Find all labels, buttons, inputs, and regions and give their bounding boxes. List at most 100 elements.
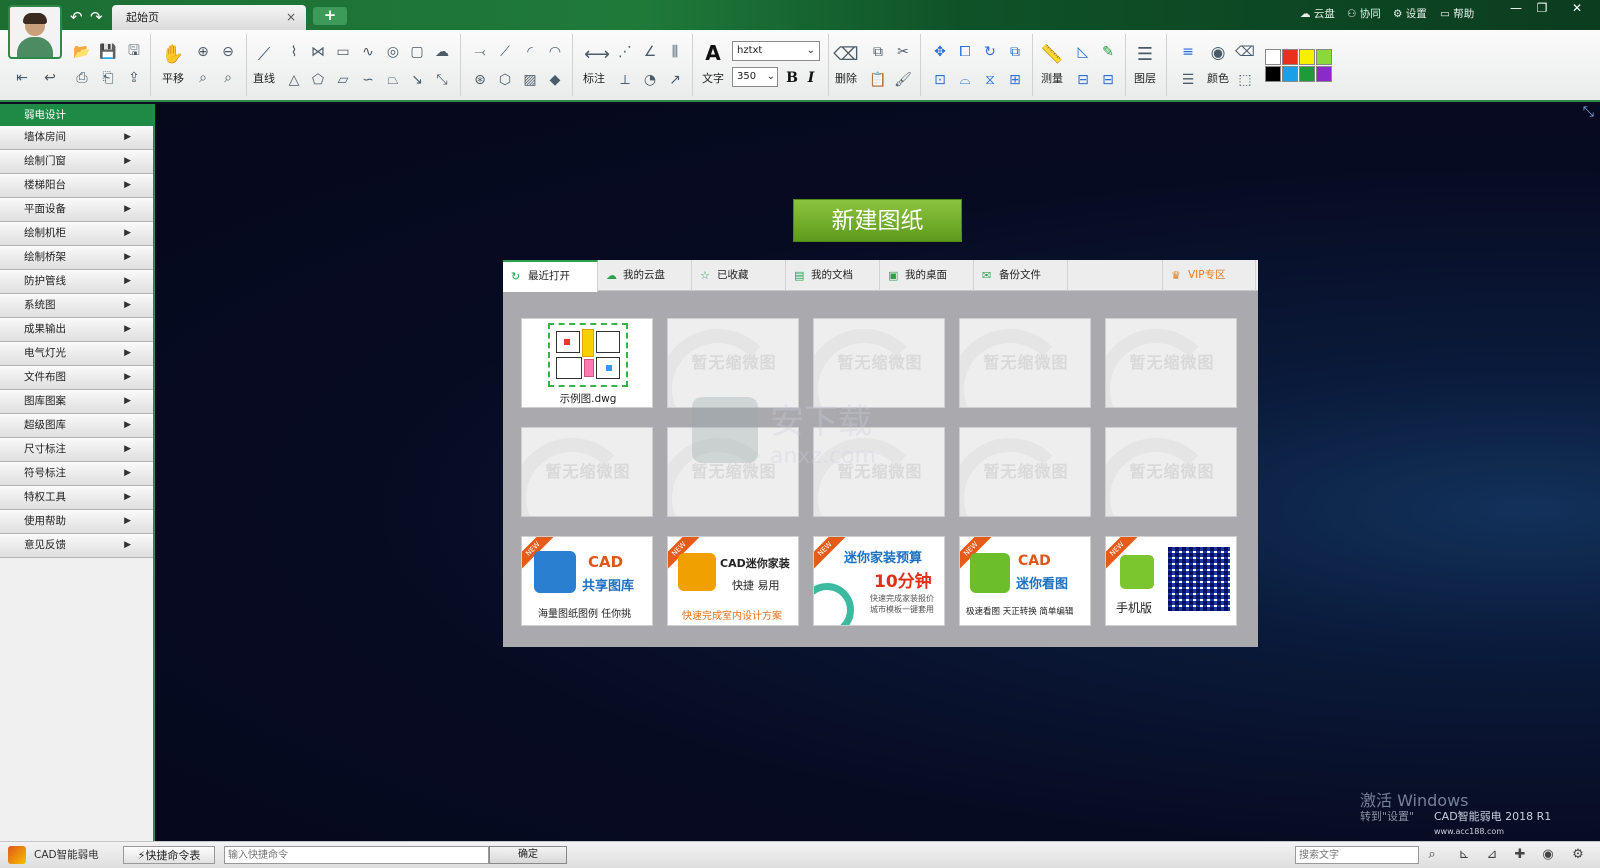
color-pick-icon[interactable]: ⬚ xyxy=(1235,70,1255,90)
curve-icon[interactable]: ∽ xyxy=(358,70,378,90)
sidebar-item[interactable]: 系统图 ▶ xyxy=(0,294,153,318)
radius-dim-icon[interactable]: ◔ xyxy=(640,70,660,90)
ad-mini-viewer[interactable]: NEW CAD 迷你看图 极速看图 天正转换 简单编辑 xyxy=(959,536,1091,626)
undo-icon[interactable]: ↶ xyxy=(70,8,83,26)
trapezoid-icon[interactable]: ⏢ xyxy=(383,70,403,90)
tab-start-page[interactable]: 起始页 × xyxy=(112,5,306,30)
explode-icon[interactable]: ⊡ xyxy=(930,70,950,90)
ad-decor-budget[interactable]: NEW 迷你家装预算 10分钟 快速完成家装报价 城市模板一键套用 xyxy=(813,536,945,626)
settings-icon[interactable]: ⚙ xyxy=(1568,845,1588,865)
measure-icon[interactable]: 📏 xyxy=(1041,44,1063,65)
polyline-icon[interactable]: ⌇ xyxy=(284,42,304,62)
swatch-black[interactable] xyxy=(1265,66,1281,82)
save-icon[interactable]: 💾 xyxy=(98,42,118,62)
sidebar-item[interactable]: 尺寸标注 ▶ xyxy=(0,438,153,462)
array-icon[interactable]: ⊞ xyxy=(1005,70,1025,90)
sidebar-item[interactable]: 绘制机柜 ▶ xyxy=(0,222,153,246)
close-button[interactable]: ✕ xyxy=(1566,1,1588,15)
aligned-dim-icon[interactable]: ⋰ xyxy=(615,42,635,62)
minimize-button[interactable]: — xyxy=(1505,1,1527,15)
swatch-red[interactable] xyxy=(1282,49,1298,65)
rotate-icon[interactable]: ↻ xyxy=(980,42,1000,62)
collab-link[interactable]: ⚇ 协同 xyxy=(1347,6,1381,21)
break-icon[interactable]: ⤙ xyxy=(470,42,490,62)
layer-icon[interactable]: ☰ xyxy=(1135,44,1155,65)
dimension-icon[interactable]: ⟷ xyxy=(584,44,610,65)
circle-icon[interactable]: ◎ xyxy=(383,42,403,62)
text-size-select[interactable]: 350 ⌄ xyxy=(732,67,778,87)
restore-button[interactable]: ❐ xyxy=(1531,1,1553,15)
continue-dim-icon[interactable]: ⫼ xyxy=(665,42,685,62)
bold-button[interactable]: B xyxy=(782,68,802,88)
extend-icon[interactable]: ⟋ xyxy=(495,42,515,62)
sidebar-item[interactable]: 墙体房间 ▶ xyxy=(0,126,153,150)
open-icon[interactable]: 📂 xyxy=(72,42,92,62)
swatch-blue[interactable] xyxy=(1282,66,1298,82)
revcloud-icon[interactable]: ☁ xyxy=(432,42,452,62)
sidebar-item[interactable]: 平面设备 ▶ xyxy=(0,198,153,222)
trim-icon[interactable]: ⌓ xyxy=(955,70,975,90)
fill-icon[interactable]: ◆ xyxy=(545,70,565,90)
sidebar-item[interactable]: 防护管线 ▶ xyxy=(0,270,153,294)
sidebar-item[interactable]: 楼梯阳台 ▶ xyxy=(0,174,153,198)
triangle-icon[interactable]: △ xyxy=(284,70,304,90)
redo-icon[interactable]: ↷ xyxy=(90,8,103,26)
tab-recent[interactable]: ↻ 最近打开 xyxy=(503,260,598,292)
segment-icon[interactable]: ▭ xyxy=(333,42,353,62)
search-text-input[interactable] xyxy=(1295,846,1419,864)
sidebar-item[interactable]: 图库图案 ▶ xyxy=(0,390,153,414)
help-link[interactable]: ▭ 帮助 xyxy=(1440,6,1474,21)
back-icon[interactable]: ⇤ xyxy=(12,68,32,88)
crosshair-icon[interactable]: ✚ xyxy=(1510,845,1530,865)
print-icon[interactable]: ⎙ xyxy=(72,68,92,88)
font-select[interactable]: hztxt ⌄ xyxy=(732,41,820,61)
sidebar-item[interactable]: 符号标注 ▶ xyxy=(0,462,153,486)
swatch-purple[interactable] xyxy=(1316,66,1332,82)
corner-pin-icon[interactable]: ⤡ xyxy=(1583,104,1594,120)
swatch-darkgreen[interactable] xyxy=(1299,66,1315,82)
pan-hand-icon[interactable]: ✋ xyxy=(162,44,184,65)
confirm-button[interactable]: 确定 xyxy=(489,846,567,864)
swatch-green[interactable] xyxy=(1316,49,1332,65)
stretch-icon[interactable]: ⧉ xyxy=(1005,42,1025,62)
sidebar-item[interactable]: 绘制门窗 ▶ xyxy=(0,150,153,174)
rectangle-icon[interactable]: ▢ xyxy=(407,42,427,62)
insert-block-icon[interactable]: ⊟ xyxy=(1073,70,1093,90)
tab-backup[interactable]: ✉ 备份文件 xyxy=(974,260,1068,291)
cut-icon[interactable]: ✂ xyxy=(893,42,913,62)
eraser-icon[interactable]: ⌫ xyxy=(833,44,858,65)
sidebar-item[interactable]: 特权工具 ▶ xyxy=(0,486,153,510)
multiline-icon[interactable]: ⋈ xyxy=(308,42,328,62)
quick-command-table-button[interactable]: ⚡快捷命令表 xyxy=(123,846,215,864)
tab-close-icon[interactable]: × xyxy=(286,5,296,30)
color-wheel-icon[interactable]: ◉ xyxy=(1208,43,1228,63)
sidebar-item[interactable]: 成果输出 ▶ xyxy=(0,318,153,342)
copy-icon[interactable]: ⧉ xyxy=(868,42,888,62)
command-input[interactable] xyxy=(224,846,489,864)
sidebar-item[interactable]: 超级图库 ▶ xyxy=(0,414,153,438)
ray-icon[interactable]: ↘ xyxy=(407,70,427,90)
color-icon[interactable]: ◉ xyxy=(1538,845,1558,865)
ortho-icon[interactable]: ⊾ xyxy=(1454,845,1474,865)
zoom-extents-icon[interactable]: ⌕ xyxy=(218,68,238,88)
lineweight-icon[interactable]: ☰ xyxy=(1178,70,1198,90)
sidebar-header[interactable]: 弱电设计 xyxy=(0,104,153,126)
pentagon-icon[interactable]: ⬠ xyxy=(308,70,328,90)
return-icon[interactable]: ↩ xyxy=(40,68,60,88)
ad-mini-decor[interactable]: NEW CAD迷你家装 快捷 易用 快速完成室内设计方案 xyxy=(667,536,799,626)
italic-button[interactable]: I xyxy=(801,68,821,88)
new-drawing-button[interactable]: 新建图纸 xyxy=(793,199,962,242)
linetype-icon[interactable]: ≡ xyxy=(1178,42,1198,62)
zoom-out-icon[interactable]: ⊖ xyxy=(218,42,238,62)
pdf-icon[interactable]: ⎗ xyxy=(98,68,118,88)
export-icon[interactable]: ⇪ xyxy=(124,68,144,88)
grid-icon[interactable]: ⊿ xyxy=(1482,845,1502,865)
swatch-yellow[interactable] xyxy=(1299,49,1315,65)
settings-link[interactable]: ⚙ 设置 xyxy=(1393,6,1427,21)
tab-cloud[interactable]: ☁ 我的云盘 xyxy=(598,260,692,291)
save-as-icon[interactable]: 🖫 xyxy=(124,42,144,62)
ordinate-dim-icon[interactable]: ⟂ xyxy=(615,70,635,90)
spline-icon[interactable]: ∿ xyxy=(358,42,378,62)
polygon-icon[interactable]: ⬡ xyxy=(495,70,515,90)
ad-mobile[interactable]: NEW 手机版 xyxy=(1105,536,1237,626)
